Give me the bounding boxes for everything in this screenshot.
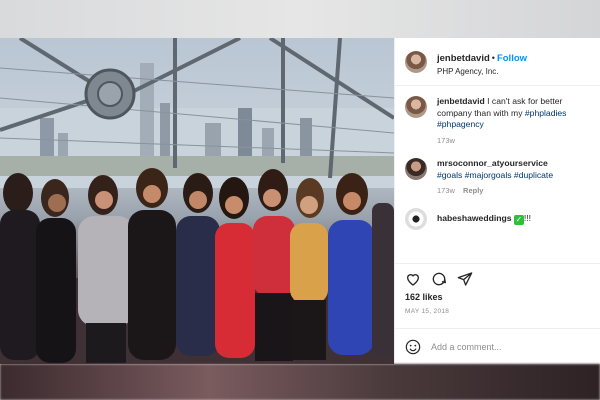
commenter-username[interactable]: habeshaweddings xyxy=(437,213,512,223)
comment-meta: 173w Reply xyxy=(437,186,553,196)
hashtag-link[interactable]: #phpladies xyxy=(525,108,567,118)
post-actions: 162 likes MAY 15, 2018 xyxy=(395,263,600,315)
post-sidebar: jenbetdavid • Follow PHP Agency, Inc. jenb… xyxy=(394,38,600,364)
comment-item: mrsoconnor_atyourservice #goals #majorgo… xyxy=(405,157,590,196)
hashtag-link[interactable]: #duplicate xyxy=(514,170,553,180)
caption-comment: jenbetdavid I can't ask for better compa… xyxy=(405,96,590,146)
post-location[interactable]: PHP Agency, Inc. xyxy=(437,67,527,77)
page-background-top xyxy=(0,0,600,38)
share-icon[interactable] xyxy=(457,271,473,287)
heart-icon[interactable] xyxy=(405,271,421,287)
caption-avatar[interactable] xyxy=(405,96,427,118)
separator-dot: • xyxy=(491,52,495,63)
comment-body: mrsoconnor_atyourservice #goals #majorgo… xyxy=(437,158,553,196)
comment-item: habeshaweddings ✓!!! xyxy=(405,208,590,231)
comment-text: !!! xyxy=(523,213,532,224)
post-header: jenbetdavid • Follow PHP Agency, Inc. xyxy=(395,38,600,86)
hashtag-link[interactable]: #phpagency xyxy=(437,119,484,129)
caption-age: 173w xyxy=(437,135,455,145)
comment-age: 173w xyxy=(437,186,455,196)
follow-button[interactable]: Follow xyxy=(497,53,527,64)
post-photo[interactable] xyxy=(0,38,394,364)
commenter-avatar[interactable] xyxy=(405,208,427,231)
add-comment-bar: Add a comment... xyxy=(395,328,600,364)
commenter-avatar[interactable] xyxy=(405,157,427,180)
author-avatar[interactable] xyxy=(405,50,427,73)
commenter-username[interactable]: mrsoconnor_atyourservice xyxy=(437,158,553,170)
comment-body: habeshaweddings ✓!!! xyxy=(437,208,531,230)
comments-section: jenbetdavid I can't ask for better compa… xyxy=(395,86,600,263)
author-username[interactable]: jenbetdavid xyxy=(437,53,490,64)
like-count[interactable]: 162 likes xyxy=(405,292,591,302)
emoji-icon[interactable] xyxy=(405,339,421,355)
group-photo-illustration xyxy=(0,38,394,364)
verified-check-icon: ✓ xyxy=(513,215,524,226)
hashtag-link[interactable]: #majorgoals xyxy=(465,170,512,180)
caption-username[interactable]: jenbetdavid xyxy=(437,96,485,106)
post-date: MAY 15, 2018 xyxy=(405,308,450,315)
comment-input[interactable]: Add a comment... xyxy=(431,342,502,352)
header-text: jenbetdavid • Follow PHP Agency, Inc. xyxy=(437,47,527,77)
page-background-bottom xyxy=(0,364,600,400)
instagram-post: jenbetdavid • Follow PHP Agency, Inc. jenb… xyxy=(0,38,600,364)
comment-icon[interactable] xyxy=(431,271,447,287)
reply-button[interactable]: Reply xyxy=(463,186,483,195)
hashtag-link[interactable]: #goals xyxy=(437,170,462,180)
action-icons xyxy=(405,266,591,292)
caption-body: jenbetdavid I can't ask for better compa… xyxy=(437,96,590,146)
